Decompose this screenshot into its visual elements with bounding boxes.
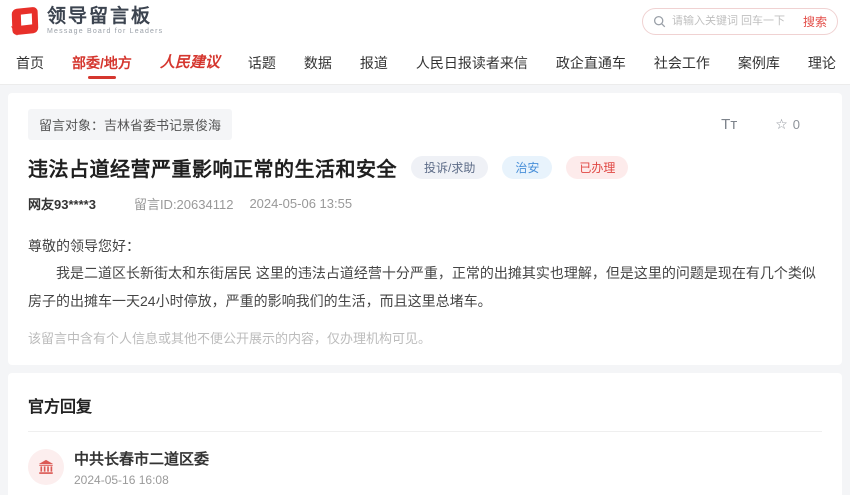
tag-complaint-type: 投诉/求助 [411, 156, 488, 179]
reply-org-name: 中共长春市二道区委 [74, 448, 209, 469]
nav-item-topics[interactable]: 话题 [234, 42, 290, 84]
divider [28, 431, 822, 432]
tag-field: 治安 [502, 156, 552, 179]
star-count: 0 [793, 117, 800, 132]
message-id: 留言ID:20634112 [134, 194, 234, 213]
message-body: 尊敬的领导您好： 我是二道区长新街太和东街居民 这里的违法占道经营十分严重，正常… [28, 233, 822, 315]
site-title: 领导留言板 [47, 7, 163, 26]
message-author: 网友93****3 [28, 194, 96, 213]
nav-item-gov-business-line[interactable]: 政企直通车 [542, 42, 640, 84]
government-building-icon [28, 449, 64, 485]
nav-item-case-library[interactable]: 案例库 [724, 42, 794, 84]
message-text: 我是二道区长新街太和东街居民 这里的违法占道经营十分严重，正常的出摊其实也理解，… [28, 260, 822, 315]
search-input[interactable] [672, 15, 797, 27]
nav-item-home[interactable]: 首页 [2, 42, 58, 84]
main-nav: 首页 部委/地方 人民建议 话题 数据 报道 人民日报读者来信 政企直通车 社会… [0, 42, 850, 85]
message-target-tag: 留言对象：吉林省委书记景俊海 [28, 109, 232, 140]
star-button[interactable]: ☆ 0 [775, 116, 800, 133]
site-subtitle: Message Board for Leaders [47, 28, 163, 35]
message-greeting: 尊敬的领导您好： [28, 233, 822, 260]
site-logo[interactable]: 领导留言板 Message Board for Leaders [10, 7, 163, 35]
star-icon: ☆ [775, 116, 788, 133]
font-size-button[interactable]: Tт [721, 116, 737, 133]
nav-item-data[interactable]: 数据 [290, 42, 346, 84]
nav-item-peoples-suggestions[interactable]: 人民建议 [146, 42, 234, 84]
site-logo-icon [10, 7, 40, 35]
message-title: 违法占道经营严重影响正常的生活和安全 [28, 153, 397, 182]
reply-section-title: 官方回复 [28, 389, 822, 431]
main-content: 留言对象：吉林省委书记景俊海 Tт ☆ 0 违法占道经营严重影响正常的生活和安全… [0, 85, 850, 495]
search-icon [653, 15, 666, 28]
site-logo-text: 领导留言板 Message Board for Leaders [47, 7, 163, 35]
nav-item-reports[interactable]: 报道 [346, 42, 402, 84]
top-header: 领导留言板 Message Board for Leaders 搜索 [0, 0, 850, 42]
official-reply-card: 官方回复 中共长春市二道区委 2024-05-16 16:08 网 [8, 373, 842, 495]
search-bar: 搜索 [642, 8, 838, 35]
privacy-note: 该留言中含有个人信息或其他不便公开展示的内容，仅办理机构可见。 [28, 328, 822, 347]
nav-item-social-work[interactable]: 社会工作 [640, 42, 724, 84]
message-card: 留言对象：吉林省委书记景俊海 Tт ☆ 0 违法占道经营严重影响正常的生活和安全… [8, 93, 842, 365]
message-date: 2024-05-06 13:55 [249, 196, 352, 211]
search-button[interactable]: 搜索 [797, 13, 827, 30]
tag-status: 已办理 [566, 156, 628, 179]
nav-item-theory[interactable]: 理论 [794, 42, 850, 84]
nav-item-ministries-regions[interactable]: 部委/地方 [58, 42, 146, 84]
nav-item-readers-letters[interactable]: 人民日报读者来信 [402, 42, 542, 84]
reply-date: 2024-05-16 16:08 [74, 473, 209, 487]
